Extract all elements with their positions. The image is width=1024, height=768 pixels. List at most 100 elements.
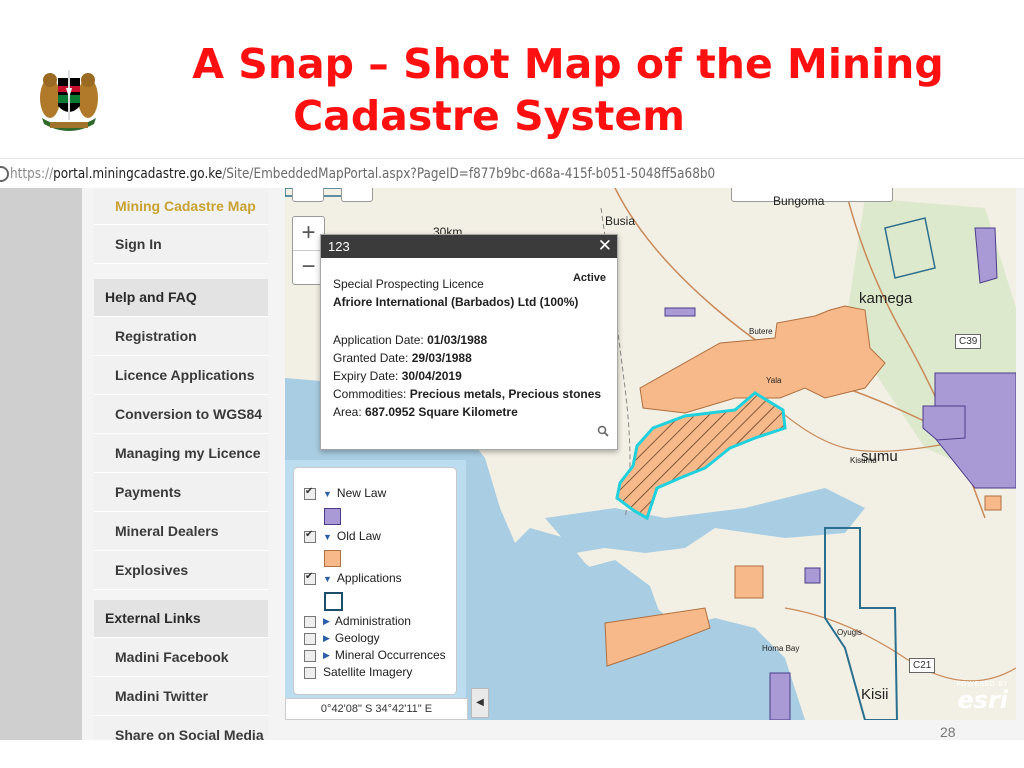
slide-page-number: 28 [940,724,956,740]
layer-checkbox[interactable] [304,529,316,543]
zoom-to-icon[interactable] [597,425,609,437]
close-icon[interactable]: ✕ [598,235,612,257]
road-badge: C21 [909,658,936,673]
layer-list-panel: ▼ New Law ▼ Old Law ▼ Applications ▶ Adminis… [285,460,468,720]
layer-checkbox[interactable] [304,666,316,679]
expand-down-icon[interactable]: ▼ [323,574,332,584]
nav-item-explosives[interactable]: Explosives [94,551,268,590]
nav-item-share-social[interactable]: Share on Social Media [94,716,268,740]
esri-name: esri [957,686,1008,714]
layer-satellite-imagery[interactable]: Satellite Imagery [304,665,412,679]
new-law-polygon [769,672,791,720]
new-law-polygon [804,567,821,584]
layer-label: Old Law [336,529,381,543]
layer-label: New Law [336,486,387,500]
map-view[interactable]: + − 30km Busia Bungoma kamega sumu Buter… [285,188,1016,720]
place-label-bungoma: Bungoma [773,194,825,208]
popup-header: 123 ✕ [321,235,617,258]
nav-heading-help: Help and FAQ [94,279,268,317]
commodities-label: Commodities: [333,387,410,401]
url-protocol: https:// [10,166,54,182]
expand-right-icon[interactable]: ▶ [323,633,330,644]
nav-group-external: External Links Madini Facebook Madini Tw… [94,600,268,740]
layer-checkbox[interactable] [304,486,316,500]
browser-viewport: Mining Cadastre Map Sign In Help and FAQ… [0,188,1024,740]
new-law-polygon [664,307,696,317]
esri-logo: POWERED BY esri [956,680,1008,712]
layer-checkbox[interactable] [304,571,316,585]
url-host: portal.miningcadastre.go.ke [53,166,223,182]
commodities-row: Commodities: Precious metals, Precious s… [333,385,605,403]
nav-item-conversion-wgs84[interactable]: Conversion to WGS84 [94,395,268,434]
layer-mineral-occurrences[interactable]: ▶ Mineral Occurrences [304,648,446,662]
popup-body: Special Prospecting Licence Afriore Inte… [333,275,605,421]
nav-item-madini-facebook[interactable]: Madini Facebook [94,638,268,677]
place-label-kisii: Kisii [861,686,889,703]
nav-item-mining-cadastre-map[interactable]: Mining Cadastre Map [94,188,268,225]
nav-item-licence-applications[interactable]: Licence Applications [94,356,268,395]
layer-geology[interactable]: ▶ Geology [304,631,380,645]
layer-label: Applications [336,571,402,585]
layer-label: Geology [334,631,380,645]
nav-group-main: Mining Cadastre Map Sign In [94,188,268,264]
expiry-date-row: Expiry Date: 30/04/2019 [333,367,605,385]
new-law-swatch [324,508,341,525]
licence-holder: Afriore International (Barbados) Ltd (10… [333,295,579,309]
layer-checkbox[interactable] [304,632,316,645]
application-date-value: 01/03/1988 [427,333,488,347]
layer-administration[interactable]: ▶ Administration [304,614,411,628]
nav-item-madini-twitter[interactable]: Madini Twitter [94,677,268,716]
granted-date-row: Granted Date: 29/03/1988 [333,349,605,367]
granted-date-label: Granted Date: [333,351,412,365]
expand-right-icon[interactable]: ▶ [323,616,330,627]
road-badge: C39 [955,334,982,349]
feature-popup: 123 ✕ Active Special Prospecting Licence… [320,234,618,450]
layer-label: Mineral Occurrences [334,648,446,662]
url-text[interactable]: https://portal.miningcadastre.go.ke/Site… [10,159,715,189]
expand-down-icon[interactable]: ▼ [323,489,332,499]
nav-item-payments[interactable]: Payments [94,473,268,512]
nav-heading-external: External Links [94,600,268,638]
layer-list: ▼ New Law ▼ Old Law ▼ Applications ▶ Adminis… [293,467,457,695]
area-row: Area: 687.0952 Square Kilometre [333,403,605,421]
place-label-small: Yala [766,376,782,385]
browser-address-bar[interactable]: https://portal.miningcadastre.go.ke/Site… [0,158,1024,189]
layer-old-law[interactable]: ▼ Old Law [304,529,381,543]
layer-applications[interactable]: ▼ Applications [304,571,402,585]
coat-of-arms-logo [40,70,98,131]
layer-new-law[interactable]: ▼ New Law [304,486,386,500]
site-info-icon[interactable] [0,166,9,182]
url-path: /Site/EmbeddedMapPortal.aspx?PageID=f877… [222,166,716,182]
popup-title: 123 [328,239,350,254]
application-date-row: Application Date: 01/03/1988 [333,331,605,349]
nav-item-sign-in[interactable]: Sign In [94,225,268,264]
old-law-swatch [324,550,341,567]
old-law-polygon [984,495,1002,511]
granted-date-value: 29/03/1988 [411,351,472,365]
area-label: Area: [333,405,366,419]
layer-checkbox[interactable] [304,615,316,628]
coordinate-readout: 0°42'08" S 34°42'11" E [285,698,468,720]
expiry-date-value: 30/04/2019 [401,369,462,383]
slide-title: A Snap – Shot Map of the Mining Cadastre… [0,38,1024,142]
map-top-button[interactable] [341,188,373,202]
place-label-small: Butere [749,327,773,336]
layer-label: Satellite Imagery [323,665,413,679]
place-label-small: Homa Bay [762,644,800,653]
expand-right-icon[interactable]: ▶ [323,650,330,661]
place-label-kakamega: kamega [859,290,913,307]
map-top-button[interactable] [292,188,324,202]
nav-item-managing-licence[interactable]: Managing my Licence [94,434,268,473]
place-label-small: Kisumu [850,456,877,465]
layer-label: Administration [334,614,411,628]
applications-swatch [324,592,343,611]
collapse-panel-button[interactable]: ◀ [471,688,489,718]
application-date-label: Application Date: [333,333,428,347]
nav-item-registration[interactable]: Registration [94,317,268,356]
slide-title-line1: A Snap – Shot Map of the Mining [192,40,944,88]
layer-checkbox[interactable] [304,649,316,662]
place-label-small: Oyugis [837,628,862,637]
place-label-busia: Busia [605,214,636,228]
nav-item-mineral-dealers[interactable]: Mineral Dealers [94,512,268,551]
expand-down-icon[interactable]: ▼ [323,532,332,542]
